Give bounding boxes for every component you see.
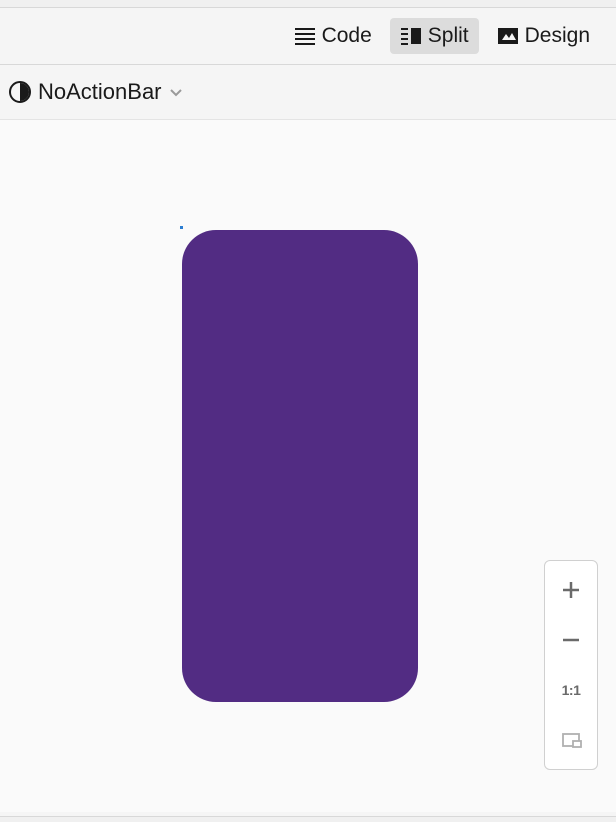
view-mode-toolbar: Code Split Design [0,8,616,65]
zoom-in-button[interactable] [547,565,595,615]
design-canvas[interactable]: 1:1 [0,120,616,812]
zoom-1to1-label: 1:1 [562,682,581,698]
zoom-1to1-button[interactable]: 1:1 [547,665,595,715]
origin-marker [180,226,183,229]
design-icon [497,27,519,45]
minus-icon [560,629,582,651]
chevron-down-icon [168,84,184,100]
bottom-separator [0,816,616,822]
view-mode-split-button[interactable]: Split [390,18,479,54]
zoom-panel: 1:1 [544,560,598,770]
zoom-out-button[interactable] [547,615,595,665]
device-preview[interactable] [182,230,418,702]
fit-screen-icon [560,729,582,751]
view-mode-code-label: Code [322,24,372,48]
zoom-fit-button[interactable] [547,715,595,765]
theme-selector-button[interactable]: NoActionBar [8,79,184,105]
theme-icon [8,80,32,104]
top-separator [0,0,616,8]
view-mode-split-label: Split [428,24,469,48]
view-mode-code-button[interactable]: Code [284,18,382,54]
code-icon [294,27,316,45]
plus-icon [560,579,582,601]
view-mode-design-label: Design [525,24,590,48]
split-icon [400,27,422,45]
config-toolbar: NoActionBar [0,65,616,120]
theme-label: NoActionBar [38,79,162,105]
view-mode-design-button[interactable]: Design [487,18,600,54]
